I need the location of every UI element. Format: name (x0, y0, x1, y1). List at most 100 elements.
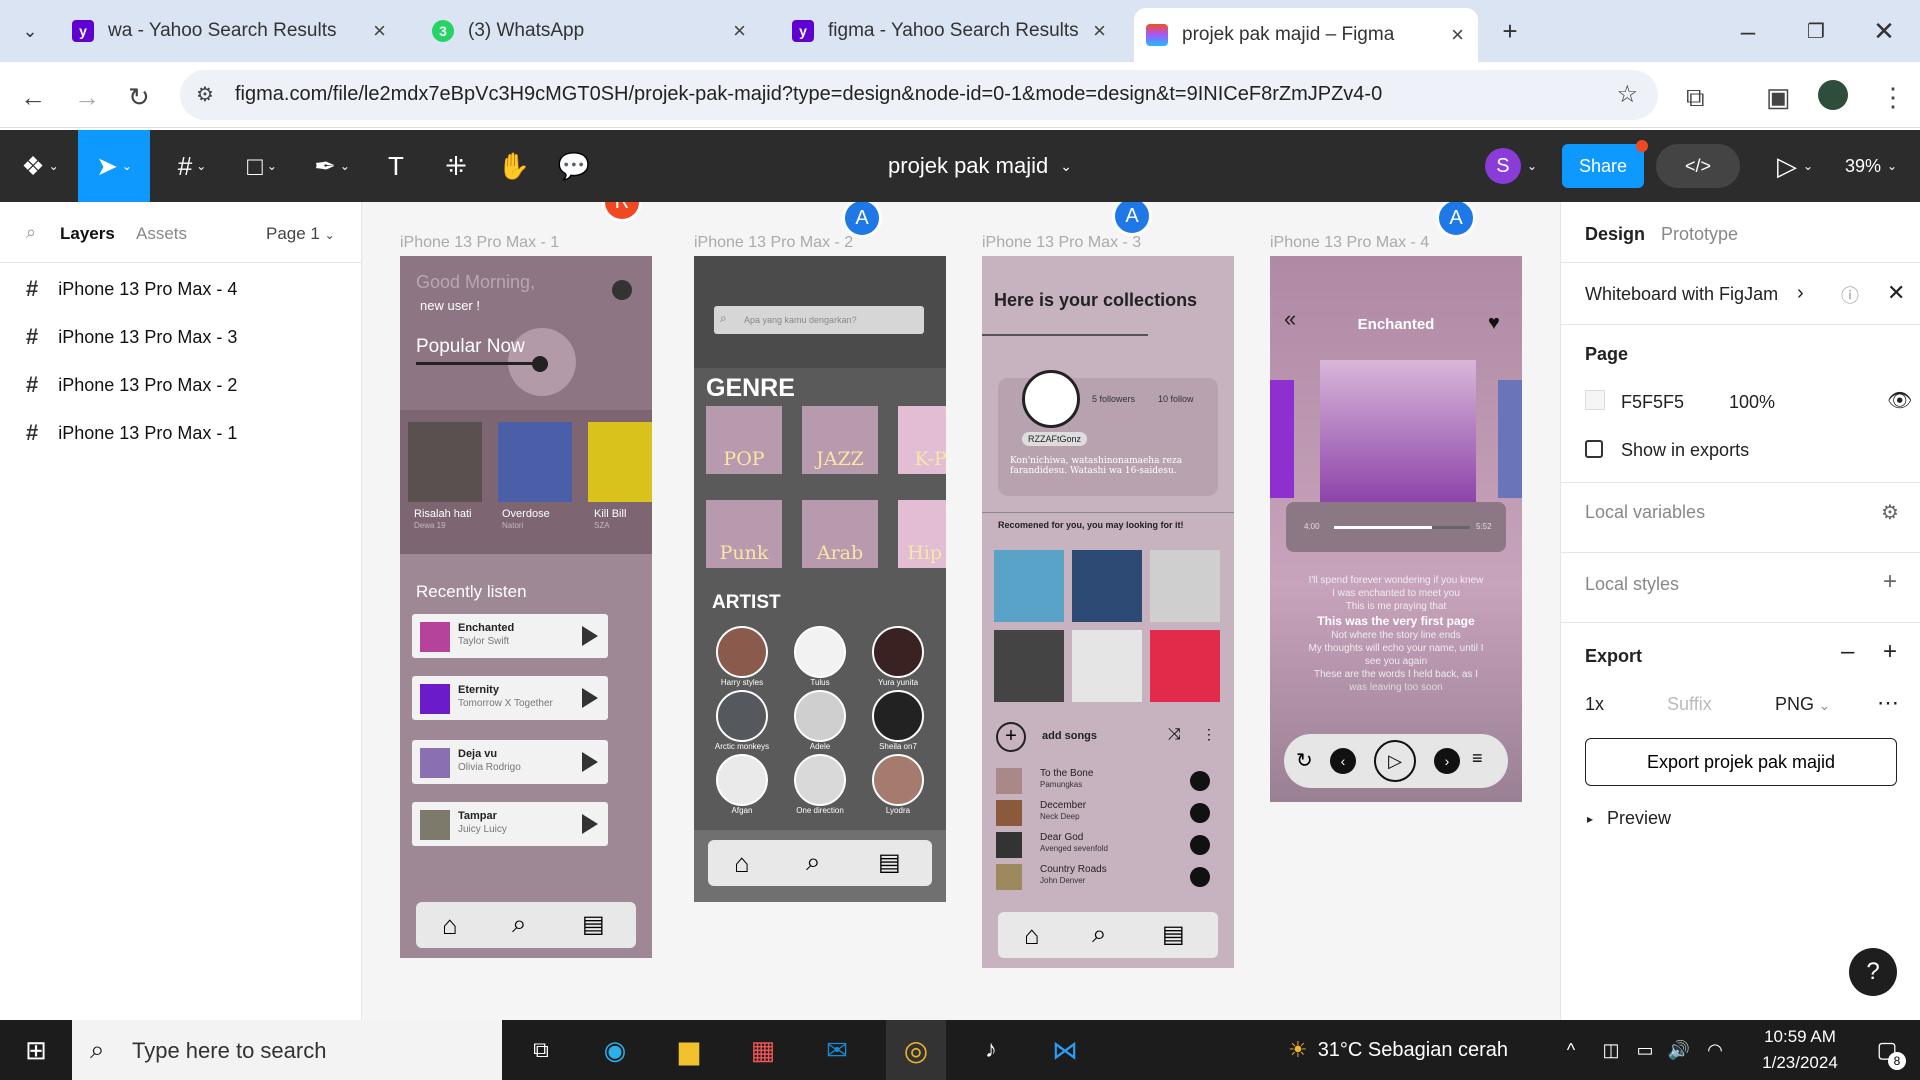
tab-yahoo-wa[interactable]: y wa - Yahoo Search Results × (60, 8, 400, 54)
previous-icon[interactable]: ‹ (1330, 748, 1356, 774)
text-tool-icon[interactable]: T (374, 130, 418, 202)
album-cover[interactable] (1072, 550, 1142, 622)
expand-triangle-icon[interactable]: ▸ (1587, 812, 1593, 826)
chrome-icon[interactable]: ◎ (886, 1020, 946, 1080)
genre-tile[interactable]: JAZZ (802, 406, 878, 474)
shape-tool-icon[interactable]: □ ⌄ (234, 130, 290, 202)
present-icon[interactable]: ▷ ⌄ (1770, 130, 1820, 202)
close-icon[interactable]: ✕ (1887, 280, 1905, 306)
song-row[interactable]: Enchanted Taylor Swift (412, 614, 608, 658)
layer-item[interactable]: # iPhone 13 Pro Max - 3 (26, 322, 237, 352)
wifi-icon[interactable]: ◠ (1700, 1020, 1730, 1080)
tab-design[interactable]: Design (1585, 224, 1645, 245)
move-tool-icon[interactable]: ➤ ⌄ (78, 130, 150, 202)
frame-label[interactable]: iPhone 13 Pro Max - 4 (1270, 234, 1429, 252)
search-icon[interactable]: ⌕ (806, 846, 821, 878)
close-icon[interactable]: × (1093, 18, 1106, 44)
dev-mode-toggle[interactable]: </> (1656, 144, 1740, 188)
shuffle-icon[interactable]: ⤨ (1168, 726, 1181, 744)
file-explorer-icon[interactable]: ▆ (664, 1020, 714, 1080)
artist-photo[interactable] (794, 626, 846, 678)
new-tab-icon[interactable]: + (1490, 8, 1530, 54)
album-cover[interactable] (994, 630, 1064, 702)
edge-icon[interactable]: ◉ (590, 1020, 640, 1080)
add-song-icon[interactable]: + (996, 722, 1026, 752)
preview-toggle[interactable]: Preview (1607, 808, 1671, 829)
windows-start-icon[interactable]: ⊞ (0, 1020, 72, 1080)
frame-label[interactable]: iPhone 13 Pro Max - 1 (400, 234, 559, 252)
play-icon[interactable] (582, 688, 598, 708)
artist-photo[interactable] (872, 754, 924, 806)
album-cover[interactable] (994, 550, 1064, 622)
forward-icon[interactable]: → (74, 82, 100, 113)
play-icon[interactable] (582, 752, 598, 772)
side-panel-icon[interactable]: ▣ (1766, 82, 1791, 113)
extensions-icon[interactable]: ⧉ (1686, 82, 1705, 114)
frame-label[interactable]: iPhone 13 Pro Max - 2 (694, 234, 853, 252)
taskbar-search[interactable]: ⌕ Type here to search (72, 1020, 502, 1080)
task-view-icon[interactable]: ⧉ (516, 1020, 566, 1080)
remove-export-icon[interactable]: – (1841, 638, 1854, 666)
export-format-select[interactable]: PNG ⌄ (1775, 694, 1830, 715)
song-row[interactable]: Eternity Tomorrow X Together (412, 676, 608, 720)
artist-photo[interactable] (716, 626, 768, 678)
add-style-icon[interactable]: + (1883, 568, 1897, 596)
frame-collections[interactable]: Here is your collections 5 followers 10 … (982, 256, 1234, 968)
add-songs-label[interactable]: add songs (1042, 730, 1097, 742)
reload-icon[interactable]: ↻ (128, 82, 150, 113)
more-options-icon[interactable]: ⋯ (1877, 690, 1899, 716)
genre-tile[interactable]: Arab (802, 500, 878, 568)
variables-icon[interactable]: ⚙ (1881, 500, 1899, 525)
design-canvas[interactable]: R A A A iPhone 13 Pro Max - 1 iPhone 13 … (362, 202, 1560, 1020)
album-cover[interactable] (498, 422, 572, 502)
artist-photo[interactable] (872, 690, 924, 742)
home-icon[interactable]: ⌂ (734, 848, 750, 879)
mail-icon[interactable]: ✉ (812, 1020, 862, 1080)
heart-icon[interactable]: ♥ (1488, 312, 1500, 335)
genre-tile[interactable]: K-Po (898, 406, 946, 474)
song-row[interactable]: December Neck Deep (996, 798, 1214, 828)
help-icon[interactable]: ⓘ (1841, 282, 1859, 308)
artist-photo[interactable] (794, 754, 846, 806)
file-name-menu[interactable]: projek pak majid ⌄ (860, 130, 1100, 202)
artist-photo[interactable] (872, 626, 924, 678)
close-window-icon[interactable]: ✕ (1864, 8, 1904, 54)
export-suffix-input[interactable]: Suffix (1667, 694, 1712, 715)
close-icon[interactable]: × (1451, 22, 1464, 48)
frame-label[interactable]: iPhone 13 Pro Max - 3 (982, 234, 1141, 252)
layer-item[interactable]: # iPhone 13 Pro Max - 1 (26, 418, 237, 448)
play-icon[interactable] (1190, 771, 1210, 791)
layer-item[interactable]: # iPhone 13 Pro Max - 2 (26, 370, 237, 400)
play-icon[interactable] (1190, 867, 1210, 887)
repeat-icon[interactable]: ↻ (1296, 748, 1313, 773)
search-icon[interactable]: ⌕ (1092, 918, 1107, 950)
user-avatar-menu[interactable]: S ⌄ (1476, 130, 1546, 202)
menu-icon[interactable]: ⋮ (1880, 82, 1906, 113)
back-icon[interactable]: ← (20, 82, 46, 113)
notification-center-icon[interactable]: ▢ 8 (1862, 1020, 1912, 1080)
tab-search-icon[interactable]: ⌄ (10, 8, 50, 54)
bookmark-star-icon[interactable]: ☆ (1616, 80, 1638, 109)
show-hidden-icons[interactable]: ^ (1556, 1020, 1586, 1080)
play-icon[interactable] (582, 626, 598, 646)
zoom-menu[interactable]: 39% ⌄ (1836, 130, 1906, 202)
add-export-icon[interactable]: + (1883, 638, 1897, 666)
artist-photo[interactable] (794, 690, 846, 742)
tiktok-icon[interactable]: ♪ (966, 1020, 1016, 1080)
queue-icon[interactable]: ≡ (1472, 748, 1483, 769)
page-opacity-value[interactable]: 100% (1729, 392, 1775, 413)
genre-tile[interactable]: Hip H (898, 500, 946, 568)
tab-figma-active[interactable]: projek pak majid – Figma × (1134, 8, 1478, 62)
play-pause-icon[interactable]: ▷ (1374, 740, 1416, 782)
minimize-icon[interactable]: – (1728, 8, 1768, 54)
tab-layers[interactable]: Layers (60, 224, 115, 244)
library-icon[interactable]: ▤ (582, 910, 605, 939)
layer-item[interactable]: # iPhone 13 Pro Max - 4 (26, 274, 237, 304)
profile-icon[interactable] (612, 280, 632, 300)
song-row[interactable]: To the Bone Pamungkas (996, 766, 1214, 796)
resources-icon[interactable]: ⁜ (434, 130, 478, 202)
pen-tool-icon[interactable]: ✒ ⌄ (304, 130, 360, 202)
album-cover[interactable] (408, 422, 482, 502)
tab-prototype[interactable]: Prototype (1661, 224, 1738, 245)
page-color-value[interactable]: F5F5F5 (1621, 392, 1684, 413)
